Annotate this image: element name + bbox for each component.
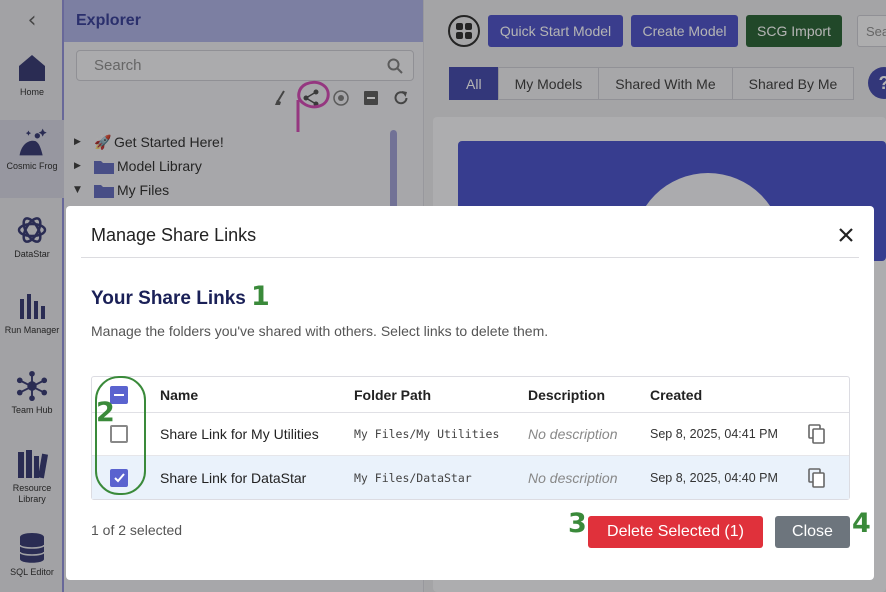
link-name: Share Link for My Utilities [160,426,319,442]
copy-icon [808,467,825,488]
share-links-description: Manage the folders you've shared with ot… [91,323,549,339]
annotation-number-4: 4 [852,508,871,539]
dialog-close-button[interactable] [834,223,858,247]
delete-selected-button[interactable]: Delete Selected (1) [588,516,763,548]
link-description: No description [528,469,618,486]
close-icon [839,228,853,242]
created-date: Sep 8, 2025, 04:40 PM [650,470,778,485]
share-links-heading: Your Share Links [91,288,246,309]
table-header: Name Folder Path Description Created [92,377,849,413]
column-header-path[interactable]: Folder Path [354,377,431,412]
annotation-number-3: 3 [568,508,587,539]
annotation-number-1: 1 [251,281,270,312]
close-button[interactable]: Close [775,516,850,548]
folder-path: My Files/DataStar [354,470,472,485]
annotation-checkbox-ring [95,376,146,495]
link-name: Share Link for DataStar [160,469,307,486]
folder-path: My Files/My Utilities [354,427,500,441]
manage-share-links-dialog: Manage Share Links Your Share Links Mana… [66,206,874,580]
created-date: Sep 8, 2025, 04:41 PM [650,427,778,441]
table-row[interactable]: Share Link for DataStar My Files/DataSta… [92,456,849,499]
share-links-table: Name Folder Path Description Created Sha… [91,376,850,500]
column-header-name[interactable]: Name [160,377,198,412]
copy-link-button[interactable] [808,413,826,455]
link-description: No description [528,426,618,442]
selection-status: 1 of 2 selected [91,522,183,538]
column-header-description[interactable]: Description [528,377,605,412]
column-header-created[interactable]: Created [650,377,702,412]
table-row[interactable]: Share Link for My Utilities My Files/My … [92,413,849,456]
dialog-divider [81,257,859,258]
copy-icon [808,424,825,444]
dialog-title: Manage Share Links [91,225,257,245]
copy-link-button[interactable] [808,456,826,499]
